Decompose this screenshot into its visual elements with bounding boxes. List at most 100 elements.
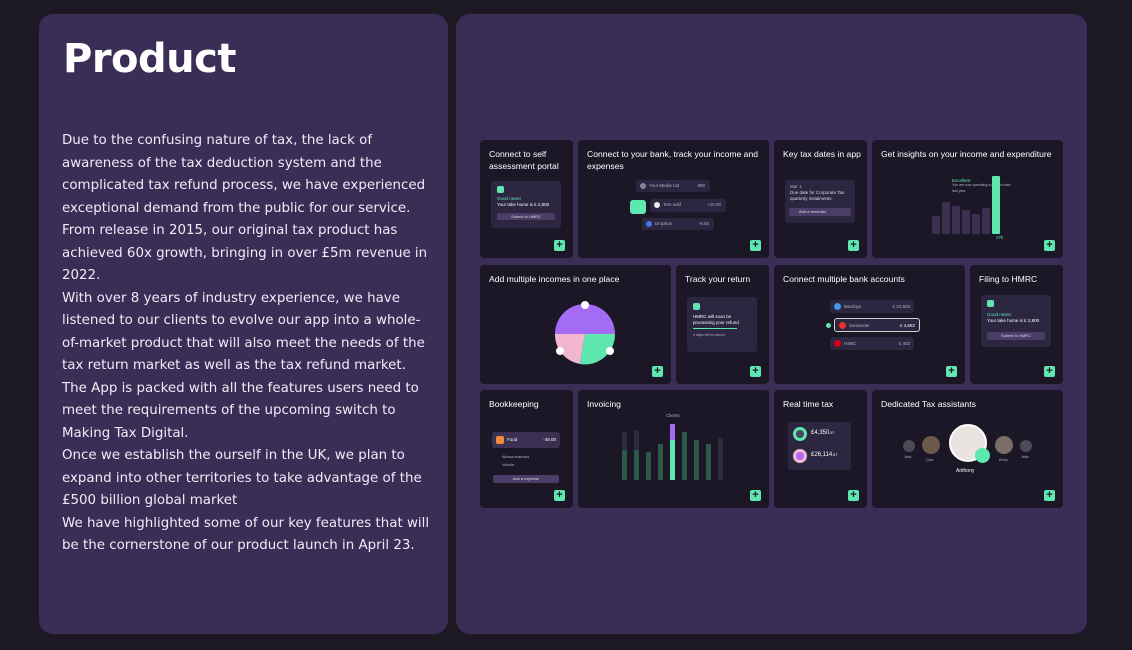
- expand-button[interactable]: +: [1044, 490, 1055, 501]
- submit-hmrc-button[interactable]: Submit to HMRC: [497, 213, 555, 220]
- expand-button[interactable]: +: [652, 366, 663, 377]
- card-bank-track[interactable]: Connect to your bank, track your income …: [578, 140, 769, 258]
- chart-bar-highlight: [992, 176, 1000, 234]
- card-title: Track your return: [685, 274, 751, 284]
- pie-icon: [556, 347, 564, 355]
- chart-bar: [658, 444, 663, 480]
- hmrc-box: Good news! Your take home is £ 2,800 Sub…: [981, 295, 1051, 347]
- bank-name: Santander: [849, 323, 870, 328]
- chart-bar: [962, 210, 970, 234]
- tax-ring-icon: [793, 449, 807, 463]
- product-description: Due to the confusing nature of tax, the …: [62, 130, 432, 558]
- card-title: Connect multiple bank accounts: [783, 274, 905, 284]
- paragraph-highlights: We have highlighted some of our key feat…: [62, 515, 430, 554]
- card-title: Connect to your bank, track your income …: [587, 149, 759, 171]
- card-multiple-incomes[interactable]: Add multiple incomes in one place +: [480, 265, 671, 384]
- pie-slice: [585, 304, 615, 334]
- bank-account-row: Barclays £ 22,829: [830, 300, 914, 313]
- bank-balance: £ 4,582: [899, 323, 915, 328]
- chart-bar: [682, 432, 687, 480]
- bank-name: HSBC: [844, 341, 857, 346]
- expand-button[interactable]: +: [554, 240, 565, 251]
- bank-row: Tom sold +16.00: [650, 199, 726, 212]
- bank-account-row: HSBC £ 402: [830, 337, 914, 350]
- building-icon: [693, 303, 700, 310]
- card-multiple-banks[interactable]: Connect multiple bank accounts Barclays …: [774, 265, 965, 384]
- chart-bar: [706, 444, 711, 480]
- bank-balance: £ 402: [898, 341, 910, 346]
- product-description-panel: Product Due to the confusing nature of t…: [39, 14, 448, 634]
- expand-button[interactable]: +: [946, 366, 957, 377]
- dropbox-icon: [646, 221, 652, 227]
- expense-amount: -48.00: [543, 437, 556, 442]
- realtime-decimal: .67: [829, 431, 835, 435]
- bank-row-label: Your Media Ltd: [649, 183, 680, 188]
- paragraph-history: Due to the confusing nature of tax, the …: [62, 133, 428, 283]
- chart-bar: [694, 440, 699, 480]
- submit-hmrc-button[interactable]: Submit to HMRC: [987, 332, 1045, 340]
- pie-slice: [555, 304, 585, 334]
- highlight-label: 27k: [996, 235, 1004, 240]
- expand-button[interactable]: +: [750, 490, 761, 501]
- expand-button[interactable]: +: [750, 240, 761, 251]
- take-home-text: Your take home is £ 2,800: [497, 202, 550, 207]
- category-row: Allowa business: [502, 455, 530, 459]
- tax-date-box: Mar 1 Due date for Corporate Tax quarter…: [785, 180, 855, 223]
- card-bookkeeping[interactable]: Bookkeeping Food -48.00 Allowa business …: [480, 390, 573, 508]
- chart-bar: [982, 208, 990, 234]
- pie-icon: [606, 347, 614, 355]
- expand-button[interactable]: +: [848, 240, 859, 251]
- main-assistant-name: Anthony: [956, 468, 975, 474]
- check-icon: [630, 200, 646, 214]
- expand-button[interactable]: +: [554, 490, 565, 501]
- features-panel: Connect to self assessment portal Good n…: [456, 14, 1087, 634]
- insights-bar-chart: [930, 174, 1010, 234]
- chart-bar: [646, 452, 651, 480]
- add-expense-button[interactable]: Add a expense: [493, 475, 559, 483]
- expand-button[interactable]: +: [750, 366, 761, 377]
- pie-icon: [581, 301, 589, 309]
- bank-balance: £ 22,829: [892, 304, 910, 309]
- expand-button[interactable]: +: [1044, 366, 1055, 377]
- realtime-decimal: .67: [832, 453, 838, 457]
- card-title: Bookkeeping: [489, 399, 539, 409]
- chart-bar: [972, 214, 980, 234]
- tax-date-description: Due date for Corporate Tax quarterly ins…: [790, 190, 845, 201]
- card-realtime-tax[interactable]: Real time tax £4,350.67 £26,114.67 +: [774, 390, 867, 508]
- card-invoicing[interactable]: Invoicing Clients +: [578, 390, 769, 508]
- card-tax-dates[interactable]: Key tax dates in app Mar 1 Due date for …: [774, 140, 867, 258]
- bank-icon: [654, 202, 660, 208]
- card-tax-assistants[interactable]: Dedicated Tax assistants Jack Cloe Antho…: [872, 390, 1063, 508]
- product-title: Product: [63, 36, 236, 82]
- bank-row-value: +16.00: [707, 202, 721, 207]
- expand-button[interactable]: +: [848, 490, 859, 501]
- expand-button[interactable]: +: [1044, 240, 1055, 251]
- assistant-avatar: [922, 436, 940, 454]
- realtime-box: £4,350.67 £26,114.67: [788, 422, 851, 470]
- card-title: Connect to self assessment portal: [489, 149, 559, 171]
- assistant-name: Jack: [904, 455, 912, 459]
- add-reminder-button[interactable]: Add a reminder: [789, 208, 851, 216]
- card-filing-hmrc[interactable]: Filing to HMRC Good news! Your take home…: [970, 265, 1063, 384]
- chart-legend: Clients: [666, 413, 680, 418]
- bank-row-label: Dropbox: [655, 221, 673, 226]
- tax-ring-icon: [793, 427, 807, 441]
- expense-name: Food: [507, 437, 518, 442]
- category-row: Vehicle: [502, 463, 515, 467]
- paragraph-experience: With over 8 years of industry experience…: [62, 290, 425, 441]
- bank-row-label: Tom sold: [663, 202, 682, 207]
- bank-logo-icon: [834, 303, 841, 310]
- bank-icon: [640, 183, 646, 189]
- card-track-return[interactable]: Track your return HMRC will soon be proc…: [676, 265, 769, 384]
- chart-bar: [718, 438, 723, 480]
- card-self-assessment[interactable]: Connect to self assessment portal Good n…: [480, 140, 573, 258]
- invoicing-bar-chart: [620, 424, 730, 480]
- chart-bar: [942, 202, 950, 234]
- building-icon: [987, 300, 994, 307]
- card-title: Real time tax: [783, 399, 834, 409]
- card-insights[interactable]: Get insights on your income and expendit…: [872, 140, 1063, 258]
- chat-icon[interactable]: [975, 448, 990, 463]
- paragraph-expansion: Once we establish the ourself in the UK,…: [62, 448, 422, 508]
- assistant-avatar: [995, 436, 1013, 454]
- realtime-value-1: £4,350.67: [811, 430, 834, 436]
